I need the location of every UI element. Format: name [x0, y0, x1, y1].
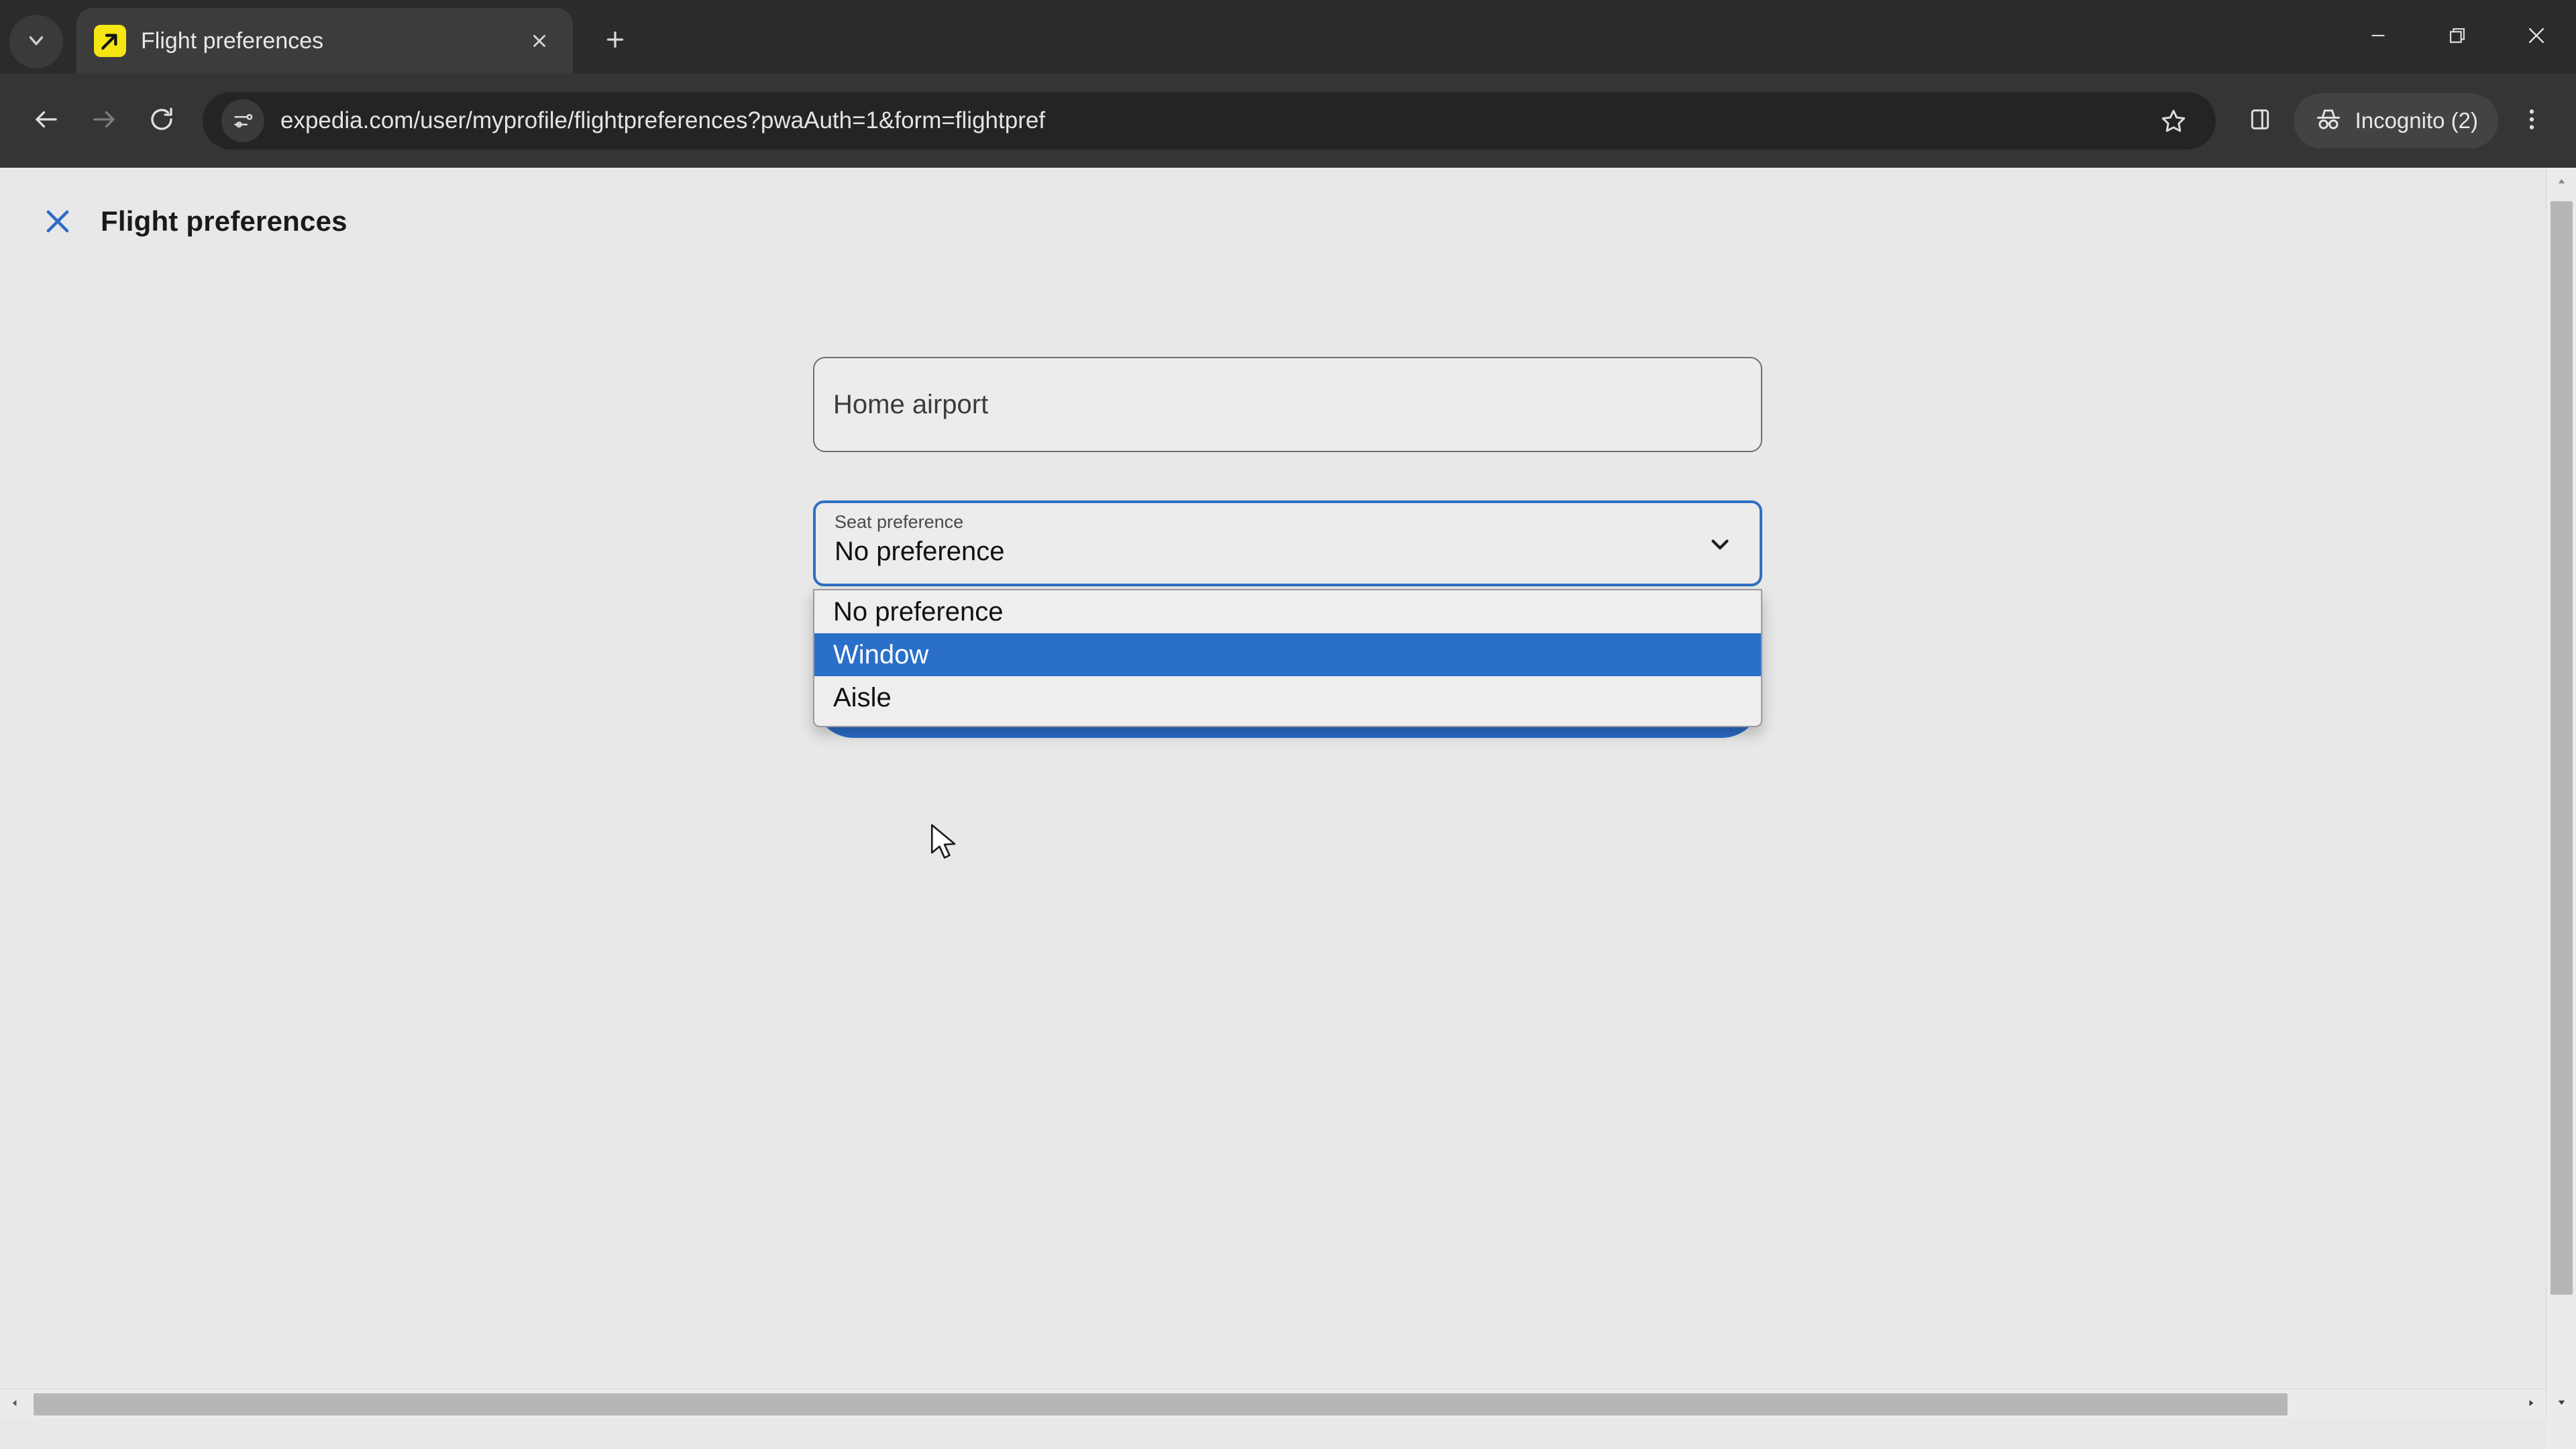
vertical-scrollbar-thumb[interactable] [2551, 201, 2573, 1295]
page-header: Flight preferences [0, 168, 2546, 240]
scroll-left-button[interactable] [0, 1389, 30, 1419]
restore-icon [2446, 24, 2469, 50]
seat-preference-label: Seat preference [835, 512, 964, 532]
chevron-down-icon [25, 29, 48, 55]
incognito-icon [2314, 105, 2343, 138]
scroll-right-button[interactable] [2516, 1389, 2546, 1419]
vertical-scrollbar[interactable] [2546, 168, 2576, 1419]
browser-window: Flight preferences expedia.com/user/mypr… [0, 0, 2576, 1449]
seat-preference-dropdown: No preference Window Aisle [813, 589, 1762, 727]
horizontal-scrollbar[interactable] [0, 1389, 2546, 1419]
maximize-restore-button[interactable] [2418, 0, 2497, 74]
horizontal-scrollbar-thumb[interactable] [34, 1393, 2288, 1415]
home-airport-placeholder: Home airport [833, 389, 989, 419]
bookmark-star-icon[interactable] [2150, 97, 2197, 144]
scroll-left-arrow-icon [10, 1398, 20, 1411]
new-tab-button[interactable] [592, 17, 639, 64]
home-airport-input[interactable]: Home airport [813, 357, 1762, 452]
forward-arrow-icon [90, 105, 118, 137]
window-close-button[interactable] [2497, 0, 2576, 74]
chevron-down-icon[interactable] [1706, 529, 1734, 557]
tab-search-button[interactable] [9, 15, 63, 68]
three-dot-menu-icon [2518, 106, 2545, 136]
scroll-up-arrow-icon [2557, 176, 2567, 190]
flight-preferences-form: Home airport Seat preference No preferen… [813, 357, 1762, 738]
reload-icon [148, 105, 176, 137]
tab-close-button[interactable] [521, 22, 558, 60]
dropdown-option[interactable]: Aisle [814, 676, 1761, 719]
scroll-right-arrow-icon [2526, 1398, 2536, 1411]
address-bar[interactable]: expedia.com/user/myprofile/flightprefere… [203, 92, 2216, 150]
incognito-label: Incognito (2) [2355, 108, 2478, 133]
forward-button[interactable] [75, 92, 133, 150]
tab-strip: Flight preferences [0, 0, 2576, 74]
close-x-icon[interactable] [39, 203, 76, 240]
reload-button[interactable] [133, 92, 191, 150]
url-text: expedia.com/user/myprofile/flightprefere… [280, 107, 1046, 133]
minimize-button[interactable] [2339, 0, 2418, 74]
back-arrow-icon [32, 105, 60, 137]
incognito-indicator[interactable]: Incognito (2) [2293, 93, 2498, 148]
page-title: Flight preferences [101, 205, 347, 237]
dropdown-option[interactable]: Window [814, 633, 1761, 676]
seat-preference-select-wrapper: Seat preference No preference No prefere… [813, 500, 1762, 727]
scroll-up-button[interactable] [2546, 168, 2576, 198]
tab-title: Flight preferences [141, 28, 324, 54]
expedia-arrow-favicon [94, 25, 126, 57]
page-viewport: Flight preferences Home airport Seat pre… [0, 168, 2576, 1449]
close-icon [2525, 24, 2548, 50]
side-panel-button[interactable] [2233, 94, 2287, 148]
minimize-icon [2367, 24, 2390, 50]
browser-menu-button[interactable] [2505, 94, 2559, 148]
site-settings-icon[interactable] [221, 99, 264, 142]
side-panel-icon [2247, 106, 2273, 136]
scroll-down-arrow-icon [2557, 1397, 2567, 1411]
browser-toolbar: expedia.com/user/myprofile/flightprefere… [0, 74, 2576, 168]
seat-preference-value: No preference [835, 536, 1005, 566]
window-controls [2339, 0, 2576, 74]
seat-preference-select[interactable]: Seat preference No preference [813, 500, 1762, 586]
back-button[interactable] [17, 92, 75, 150]
scroll-down-button[interactable] [2546, 1389, 2576, 1419]
browser-tab[interactable]: Flight preferences [76, 8, 573, 74]
plus-icon [603, 28, 627, 55]
scrollbar-corner [2546, 1419, 2576, 1449]
flight-preferences-page: Flight preferences Home airport Seat pre… [0, 168, 2546, 1419]
dropdown-option[interactable]: No preference [814, 590, 1761, 633]
